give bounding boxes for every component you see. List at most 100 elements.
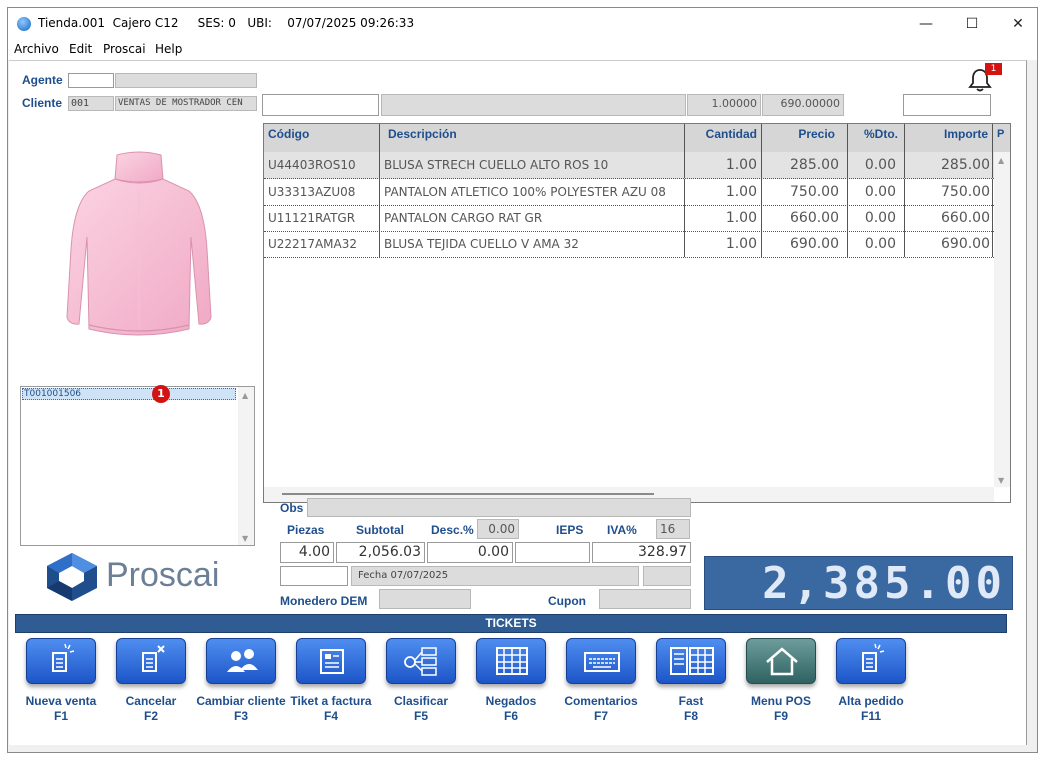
- obs-field[interactable]: [307, 498, 691, 517]
- nueva-venta-button[interactable]: [26, 638, 96, 684]
- close-button[interactable]: ✕: [995, 8, 1037, 40]
- menu-pos-label: Menu POS F9: [750, 694, 811, 723]
- cliente-label: Cliente: [22, 96, 63, 110]
- menu-proscai[interactable]: Proscai: [103, 42, 146, 56]
- notification-count-badge: 1: [985, 63, 1002, 75]
- invoice-icon: [320, 649, 344, 674]
- cell-importe: 750.00: [905, 179, 993, 205]
- table-row[interactable]: U44403ROS10 BLUSA STRECH CUELLO ALTO ROS…: [264, 152, 994, 179]
- total-display: 2,385.00: [704, 556, 1013, 610]
- cupon-field[interactable]: [599, 589, 691, 609]
- ieps-field: [515, 542, 590, 563]
- negados-label: Negados F6: [485, 694, 537, 723]
- col-precio[interactable]: Precio: [762, 124, 848, 152]
- col-p[interactable]: P: [993, 124, 1010, 152]
- menu-archivo[interactable]: Archivo: [14, 42, 59, 56]
- product-description-field: [381, 94, 686, 116]
- col-importe[interactable]: Importe: [905, 124, 993, 152]
- iva-label: IVA%: [607, 523, 637, 537]
- agente-name-field: [115, 73, 257, 88]
- cell-codigo: U11121RATGR: [264, 205, 380, 231]
- menu-pos-button[interactable]: [746, 638, 816, 684]
- cancel-icon: [142, 645, 165, 672]
- comentarios-button[interactable]: [566, 638, 636, 684]
- new-order-icon: [862, 643, 885, 672]
- cell-cantidad: 1.00: [685, 152, 762, 178]
- col-codigo[interactable]: Código: [264, 124, 380, 152]
- obs-label: Obs: [280, 501, 304, 515]
- cell-codigo: U33313AZU08: [264, 179, 380, 205]
- alta-pedido-button[interactable]: [836, 638, 906, 684]
- menu-edit[interactable]: Edit: [69, 42, 92, 56]
- cell-importe: 660.00: [905, 205, 993, 231]
- product-code-input[interactable]: [262, 94, 379, 116]
- cell-codigo: U22217AMA32: [264, 231, 380, 257]
- col-cantidad[interactable]: Cantidad: [685, 124, 762, 152]
- table-row[interactable]: U11121RATGR PANTALON CARGO RAT GR 1.00 6…: [264, 205, 994, 232]
- cambiar-cliente-button[interactable]: [206, 638, 276, 684]
- cell-precio: 750.00: [762, 179, 848, 205]
- subtotal-field: 2,056.03: [336, 542, 425, 563]
- items-table: Código Descripción Cantidad Precio %Dto.…: [263, 123, 1011, 503]
- scroll-up-arrow-icon[interactable]: ▲: [242, 391, 248, 400]
- proscai-logo-icon: [47, 553, 97, 601]
- cliente-code-field[interactable]: 001: [68, 96, 114, 111]
- cancelar-button[interactable]: [116, 638, 186, 684]
- cell-cantidad: 1.00: [685, 231, 762, 257]
- cell-dto: 0.00: [848, 152, 905, 178]
- cliente-name-field: VENTAS DE MOSTRADOR CEN: [115, 96, 257, 111]
- share-icon: [404, 647, 437, 676]
- piezas-label: Piezas: [287, 523, 325, 537]
- negados-button[interactable]: [476, 638, 546, 684]
- col-descripcion[interactable]: Descripción: [380, 124, 685, 152]
- cell-importe: 285.00: [905, 152, 993, 178]
- fast-button[interactable]: [656, 638, 726, 684]
- cell-descripcion: BLUSA TEJIDA CUELLO V AMA 32: [380, 231, 685, 257]
- ticket-list-scrollbar[interactable]: ▲ ▼: [238, 387, 254, 545]
- minimize-button[interactable]: —: [903, 8, 949, 40]
- cell-dto: 0.00: [848, 205, 905, 231]
- pos-panel: Agente Cliente 001 VENTAS DE MOSTRADOR C…: [9, 60, 1027, 745]
- fecha-field: Fecha 07/07/2025: [351, 566, 639, 586]
- scroll-down-arrow-icon[interactable]: ▼: [998, 476, 1004, 485]
- extra-input[interactable]: [280, 566, 348, 586]
- menu-help[interactable]: Help: [155, 42, 182, 56]
- table-row[interactable]: U33313AZU08 PANTALON ATLETICO 100% POLYE…: [264, 179, 994, 206]
- maximize-button[interactable]: ☐: [949, 8, 995, 40]
- descuento-field: 0.00: [427, 542, 513, 563]
- subtotal-label: Subtotal: [356, 523, 404, 537]
- cell-cantidad: 1.00: [685, 179, 762, 205]
- ticket-list[interactable]: T001001506 ▲ ▼: [20, 386, 255, 546]
- home-icon: [766, 647, 798, 676]
- table-row[interactable]: U22217AMA32 BLUSA TEJIDA CUELLO V AMA 32…: [264, 231, 994, 258]
- scroll-down-arrow-icon[interactable]: ▼: [242, 534, 248, 543]
- agente-label: Agente: [22, 73, 63, 87]
- table-vertical-scrollbar[interactable]: ▲ ▼: [994, 152, 1010, 487]
- price-field[interactable]: 690.00000: [762, 94, 844, 116]
- desc-pct-field[interactable]: 0.00: [477, 519, 519, 539]
- cell-descripcion: BLUSA STRECH CUELLO ALTO ROS 10: [380, 152, 685, 178]
- cupon-label: Cupon: [548, 594, 586, 608]
- clasificar-label: Clasificar F5: [393, 694, 449, 723]
- proscai-brand-name: Proscai: [106, 556, 220, 594]
- col-dto[interactable]: %Dto.: [848, 124, 905, 152]
- horizontal-scroll-thumb[interactable]: [282, 493, 654, 495]
- amount-input[interactable]: [903, 94, 991, 116]
- cambiar-cliente-label: Cambiar cliente F3: [196, 694, 286, 723]
- desc-label: Desc.%: [431, 523, 474, 537]
- tiket-a-factura-button[interactable]: [296, 638, 366, 684]
- iva-field: 328.97: [592, 542, 691, 563]
- quantity-field[interactable]: 1.00000: [687, 94, 761, 116]
- cell-codigo: U44403ROS10: [264, 152, 380, 178]
- app-globe-icon: [17, 17, 31, 31]
- scroll-up-arrow-icon[interactable]: ▲: [998, 156, 1004, 165]
- keyboard-icon: [584, 652, 620, 672]
- iva-pct-field[interactable]: 16: [656, 519, 690, 539]
- monedero-label: Monedero DEM: [280, 594, 368, 608]
- tiket-a-factura-label: Tiket a factura F4: [290, 694, 372, 723]
- ticket-list-item[interactable]: T001001506: [22, 388, 236, 400]
- users-icon: [227, 649, 258, 672]
- clasificar-button[interactable]: [386, 638, 456, 684]
- agente-code-field[interactable]: [68, 73, 114, 88]
- monedero-field[interactable]: [379, 589, 471, 609]
